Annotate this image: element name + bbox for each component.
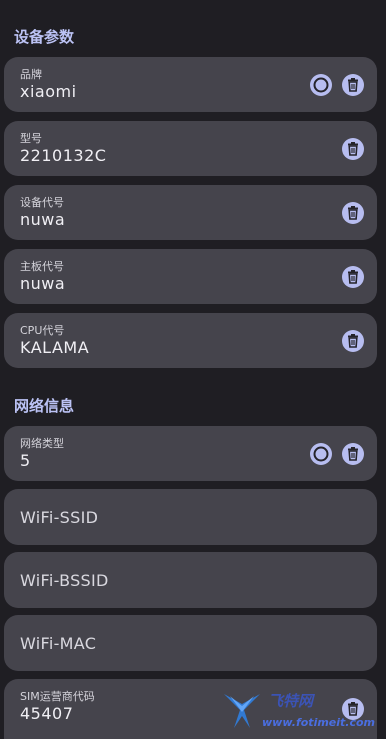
- watermark-url: www.fotimeit.com: [262, 716, 376, 729]
- field-label: CPU代号: [20, 324, 65, 337]
- field-label: 网络类型: [20, 437, 64, 450]
- field-label: 品牌: [20, 68, 42, 81]
- field-model[interactable]: 型号 2210132C: [4, 121, 377, 176]
- watermark-text: 飞特网: [268, 692, 314, 710]
- field-brand[interactable]: 品牌 xiaomi: [4, 57, 377, 112]
- delete-button[interactable]: [342, 442, 364, 465]
- field-value: nuwa: [20, 210, 66, 229]
- trash-icon: [348, 446, 358, 461]
- field-value: 5: [20, 451, 31, 470]
- reset-button[interactable]: [310, 73, 332, 96]
- field-placeholder: WiFi-BSSID: [20, 570, 109, 590]
- field-value: 45407: [20, 704, 74, 723]
- field-value: nuwa: [20, 274, 66, 293]
- field-placeholder: WiFi-MAC: [20, 633, 97, 653]
- field-label: SIM运营商代码: [20, 690, 95, 703]
- delete-button[interactable]: [342, 137, 364, 160]
- trash-icon: [348, 141, 358, 156]
- field-cpu-code[interactable]: CPU代号 KALAMA: [4, 313, 377, 368]
- trash-icon: [348, 269, 358, 284]
- field-network-type[interactable]: 网络类型 5: [4, 426, 377, 481]
- field-value: 2210132C: [20, 146, 107, 165]
- field-board-code[interactable]: 主板代号 nuwa: [4, 249, 377, 304]
- delete-button[interactable]: [342, 201, 364, 224]
- delete-button[interactable]: [342, 73, 364, 96]
- field-device-code[interactable]: 设备代号 nuwa: [4, 185, 377, 240]
- watermark-logo-icon: [224, 694, 260, 728]
- delete-button[interactable]: [342, 329, 364, 352]
- field-label: 主板代号: [20, 260, 64, 273]
- section-title-network-info: 网络信息: [14, 397, 75, 415]
- trash-icon: [348, 77, 358, 92]
- field-value: KALAMA: [20, 338, 90, 357]
- field-wifi-bssid[interactable]: WiFi-BSSID: [4, 552, 377, 608]
- field-label: 设备代号: [20, 196, 64, 209]
- trash-icon: [348, 205, 358, 220]
- trash-icon: [348, 333, 358, 348]
- watermark: 飞特网 www.fotimeit.com: [218, 688, 375, 738]
- field-wifi-mac[interactable]: WiFi-MAC: [4, 615, 377, 671]
- section-title-device-params: 设备参数: [14, 28, 75, 46]
- field-wifi-ssid[interactable]: WiFi-SSID: [4, 489, 377, 545]
- circle-icon: [313, 77, 329, 92]
- field-placeholder: WiFi-SSID: [20, 507, 99, 527]
- reset-button[interactable]: [310, 442, 332, 465]
- delete-button[interactable]: [342, 265, 364, 288]
- field-label: 型号: [20, 132, 42, 145]
- circle-icon: [313, 446, 329, 461]
- field-value: xiaomi: [20, 82, 77, 101]
